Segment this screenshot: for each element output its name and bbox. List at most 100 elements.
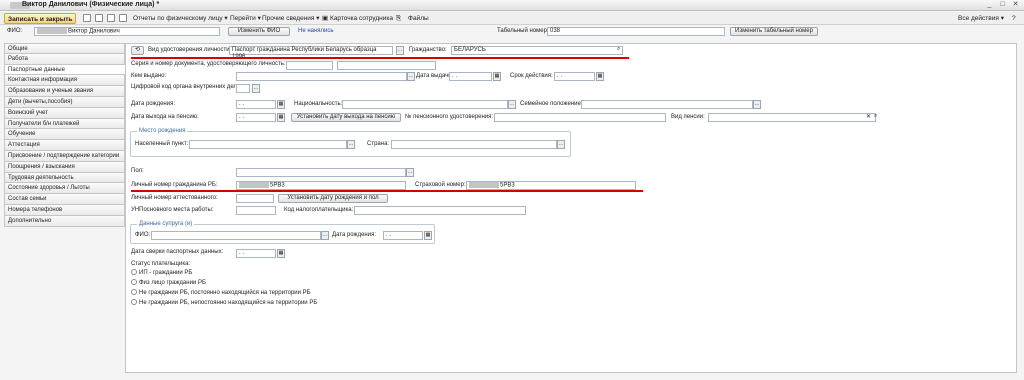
- change-tabnum-button[interactable]: Изменить табельный номер: [730, 27, 818, 36]
- sex-field[interactable]: [236, 168, 406, 177]
- doc-type-field[interactable]: Паспорт гражданина Республики Беларусь о…: [229, 46, 393, 60]
- sidebar-item-general[interactable]: Общие: [4, 43, 125, 54]
- sidebar-item-phones[interactable]: Номера телефонов: [4, 204, 125, 216]
- sidebar-item-rewards[interactable]: Поощрения / взыскания: [4, 161, 125, 173]
- payer-option-individual[interactable]: Физ лицо граждании РБ: [131, 279, 206, 287]
- sidebar-item-military[interactable]: Воинский учет: [4, 107, 125, 119]
- taxpayer-code-field[interactable]: [354, 206, 526, 215]
- pension-type-field[interactable]: [708, 113, 876, 122]
- radio-icon: [131, 279, 137, 286]
- passport-check-field[interactable]: . .: [236, 249, 276, 258]
- set-pension-date-button[interactable]: Установить дату выхода на пенсию: [291, 113, 401, 122]
- help-icon[interactable]: ?: [1012, 13, 1016, 24]
- sidebar-item-contacts[interactable]: Контактная информация: [4, 75, 125, 87]
- locality-field[interactable]: [189, 140, 347, 149]
- pension-cert-label: № пенсионного удостоверения:: [405, 114, 494, 120]
- pension-cert-field[interactable]: [494, 113, 666, 122]
- minimize-icon[interactable]: _: [985, 1, 994, 9]
- unp-field[interactable]: [236, 206, 276, 215]
- attest-number-field[interactable]: [236, 194, 274, 203]
- marital-select-icon[interactable]: ...: [753, 100, 761, 109]
- reports-menu[interactable]: Отчеты по физическому лицу ▾: [133, 13, 228, 24]
- country-field[interactable]: [391, 140, 557, 149]
- calendar-icon[interactable]: ▦: [596, 72, 604, 81]
- fio-field[interactable]: Виктор Данилович: [34, 27, 220, 36]
- issued-by-field[interactable]: [236, 72, 407, 81]
- calendar-icon[interactable]: ▦: [277, 249, 285, 258]
- close-icon[interactable]: ✕: [1011, 1, 1020, 9]
- payer-option-nonresident-temporary[interactable]: Не граждании РБ, непостоянно находящийся…: [131, 299, 317, 307]
- digital-code-select-icon[interactable]: ...: [252, 84, 260, 93]
- passport-check-label: Дата сверки паспортных данных:: [131, 249, 224, 255]
- issue-date-field[interactable]: . .: [449, 72, 492, 81]
- sidebar-item-passport[interactable]: Паспортные данные: [4, 64, 125, 76]
- payer-option-nonresident-permanent[interactable]: Не граждании РБ, постоянно находящийся н…: [131, 289, 311, 297]
- sidebar-item-labor[interactable]: Трудовая деятельность: [4, 172, 125, 184]
- magnifier-icon[interactable]: ⌕: [617, 46, 620, 53]
- sidebar-item-work[interactable]: Работа: [4, 53, 125, 65]
- spouse-fio-field[interactable]: [151, 231, 321, 240]
- series-label: Серия и номер документа, удостоверяющего…: [131, 61, 286, 67]
- sidebar-item-training[interactable]: Обучение: [4, 129, 125, 141]
- insurance-label: Страховой номер:: [415, 182, 466, 188]
- save-icon[interactable]: [83, 13, 91, 24]
- sidebar-item-education[interactable]: Образование и ученые звания: [4, 86, 125, 97]
- calendar-icon[interactable]: ▦: [277, 100, 285, 109]
- sidebar-item-additional[interactable]: Дополнительно: [4, 215, 125, 227]
- sidebar-item-children[interactable]: Дети (вычеты,пособия): [4, 96, 125, 108]
- marital-field[interactable]: [581, 100, 753, 109]
- all-actions-menu[interactable]: Все действия ▾: [958, 13, 1004, 24]
- validity-field[interactable]: . .: [554, 72, 595, 81]
- calendar-icon[interactable]: ▦: [277, 113, 285, 122]
- issued-by-select-icon[interactable]: ...: [407, 72, 415, 81]
- passport-panel: ⟲ Вид удостоверения личности: Паспорт гр…: [125, 43, 1017, 373]
- nationality-field[interactable]: [342, 100, 508, 109]
- personal-number-field[interactable]: 5РВ3: [236, 181, 406, 190]
- calendar-icon[interactable]: ▦: [493, 72, 501, 81]
- tabnum-label: Табельный номер:: [497, 28, 549, 34]
- reload-icon[interactable]: [119, 13, 127, 24]
- maximize-icon[interactable]: □: [998, 1, 1007, 9]
- change-fio-button[interactable]: Изменить ФИО: [228, 27, 290, 36]
- tabnum-field[interactable]: 038: [547, 27, 725, 36]
- number-field[interactable]: [337, 61, 436, 70]
- clear-icon[interactable]: ✕: [866, 113, 871, 120]
- birth-date-field[interactable]: . .: [236, 100, 276, 109]
- country-select-icon[interactable]: ...: [557, 140, 565, 149]
- other-info-menu[interactable]: Прочие сведения ▾: [262, 13, 320, 24]
- magnifier-icon[interactable]: ⌕: [874, 113, 877, 120]
- sex-select-icon[interactable]: ...: [406, 168, 414, 177]
- locality-select-icon[interactable]: ...: [347, 140, 355, 149]
- series-field[interactable]: [286, 61, 333, 70]
- sidebar-item-family[interactable]: Состав семьи: [4, 194, 125, 205]
- print-icon[interactable]: [95, 13, 103, 24]
- pension-date-label: Дата выхода на пенсию:: [131, 114, 199, 120]
- doc-type-select-icon[interactable]: ...: [396, 46, 404, 55]
- sidebar-item-attestation[interactable]: Аттестация: [4, 140, 125, 151]
- sidebar-item-category[interactable]: Присвоение / подтверждение категории: [4, 150, 125, 162]
- sidebar-item-payees[interactable]: Получатели б/н платежей: [4, 118, 125, 130]
- set-birth-sex-button[interactable]: Установить дату рождения и пол: [278, 194, 388, 203]
- attach-icon[interactable]: ⎘: [396, 13, 401, 24]
- spouse-birth-field[interactable]: . .: [383, 231, 423, 240]
- not-hired-link[interactable]: Не нанялись: [298, 27, 334, 36]
- radio-icon: [131, 299, 137, 306]
- citizenship-field[interactable]: БЕЛАРУСЬ: [451, 46, 623, 55]
- payer-option-label: Физ лицо граждании РБ: [139, 280, 206, 286]
- employee-card-button[interactable]: ▣ Карточка сотрудника: [322, 13, 393, 24]
- save-close-button[interactable]: Записать и закрыть: [4, 13, 77, 24]
- digital-code-field[interactable]: [236, 84, 250, 93]
- insurance-field[interactable]: 5РВ3: [466, 181, 636, 190]
- history-icon[interactable]: ⟲: [131, 46, 144, 55]
- sidebar-item-health[interactable]: Состояние здоровья / Льготы: [4, 183, 125, 195]
- spouse-select-icon[interactable]: ...: [321, 231, 329, 240]
- spouse-group-title: Данные супруга (и): [137, 220, 195, 229]
- copy-icon[interactable]: [107, 13, 115, 24]
- calendar-icon[interactable]: ▦: [424, 231, 432, 240]
- pension-date-field[interactable]: . .: [236, 113, 276, 122]
- nationality-select-icon[interactable]: ...: [508, 100, 516, 109]
- payer-option-ip[interactable]: ИП - граждании РБ: [131, 269, 192, 277]
- goto-menu[interactable]: Перейти ▾: [230, 13, 261, 24]
- files-button[interactable]: Файлы: [408, 13, 429, 24]
- birthplace-group: Место рождения Населенный пункт: ... Стр…: [130, 127, 571, 157]
